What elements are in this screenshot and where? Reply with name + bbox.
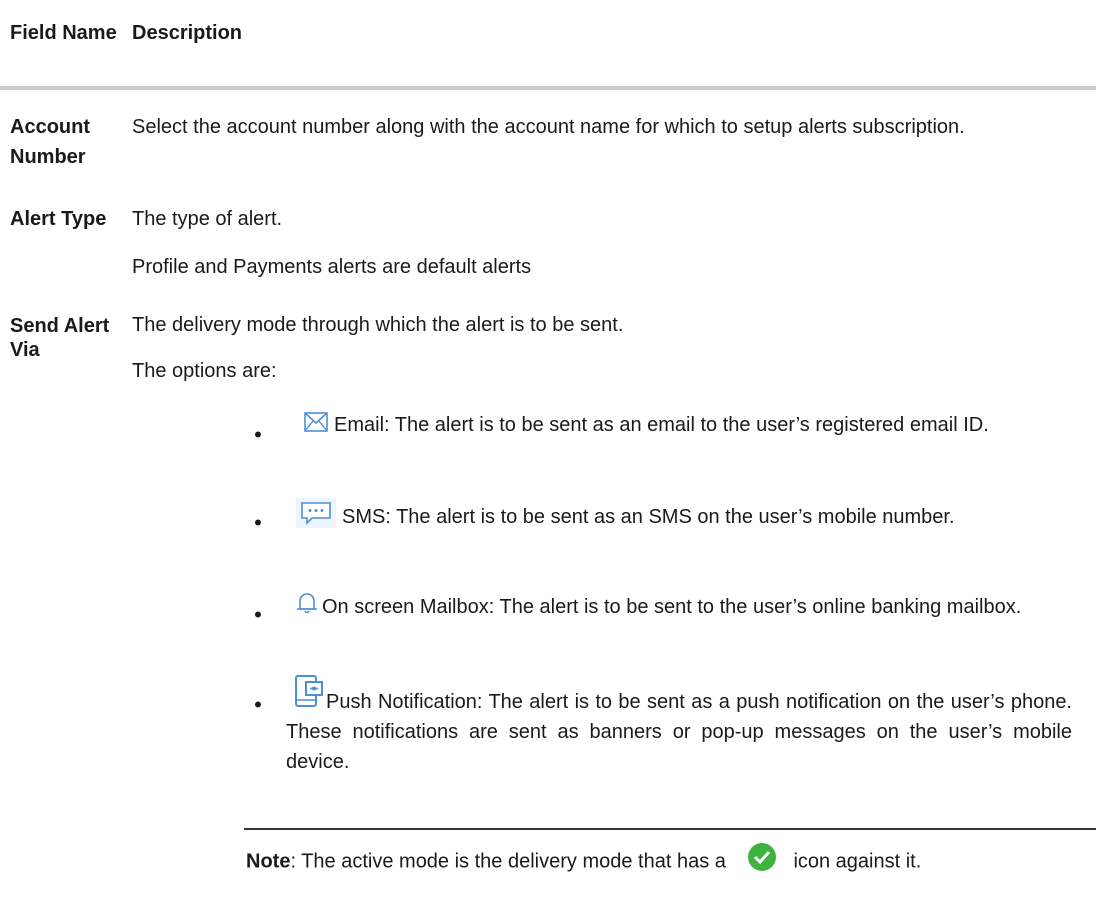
note-label: Note [246,850,291,873]
row-label-send-alert-via: Send Alert Via [10,315,110,361]
bullet: • [254,692,262,717]
row-description-account-number: Select the account number along with the… [132,116,965,138]
bullet: • [254,510,262,535]
row-description-send-alert-via: The delivery mode through which the aler… [132,314,624,336]
header-field-name: Field Name [10,22,117,44]
option-push-notification: Push Notification: The alert is to be se… [286,674,1072,777]
option-mailbox: On screen Mailbox: The alert is to be se… [286,590,1072,625]
note-divider [244,828,1096,830]
row-label-account-number: Account Number [10,116,90,168]
row-label-alert-type: Alert Type [10,208,107,230]
option-sms-text: SMS: The alert is to be sent as an SMS o… [342,505,955,528]
email-icon [304,411,328,441]
header-description: Description [132,22,243,44]
row-description-alert-type-2: Profile and Payments alerts are default … [132,256,532,278]
option-sms: SMS: The alert is to be sent as an SMS o… [286,498,1072,537]
option-push-notification-text: Push Notification: The alert is to be se… [286,691,1072,773]
row-description-send-alert-via-2: The options are: [132,360,277,382]
header-divider [0,86,1096,90]
option-email: Email: The alert is to be sent as an ema… [286,410,1072,441]
bullet: • [254,422,262,447]
bell-icon [294,590,320,625]
option-email-text: Email: The alert is to be sent as an ema… [334,414,989,436]
sms-icon [296,498,336,537]
note-text-after: icon against it. [793,850,922,873]
note: Note: The active mode is the delivery mo… [246,840,1072,884]
check-circle-icon [745,840,779,884]
row-description-alert-type: The type of alert. [132,208,283,230]
bullet: • [254,602,262,627]
option-mailbox-text: On screen Mailbox: The alert is to be se… [322,595,1022,618]
table-header: Field Name Description [0,12,1096,86]
push-notification-icon [294,674,326,717]
note-text-before: : The active mode is the delivery mode t… [290,850,726,873]
